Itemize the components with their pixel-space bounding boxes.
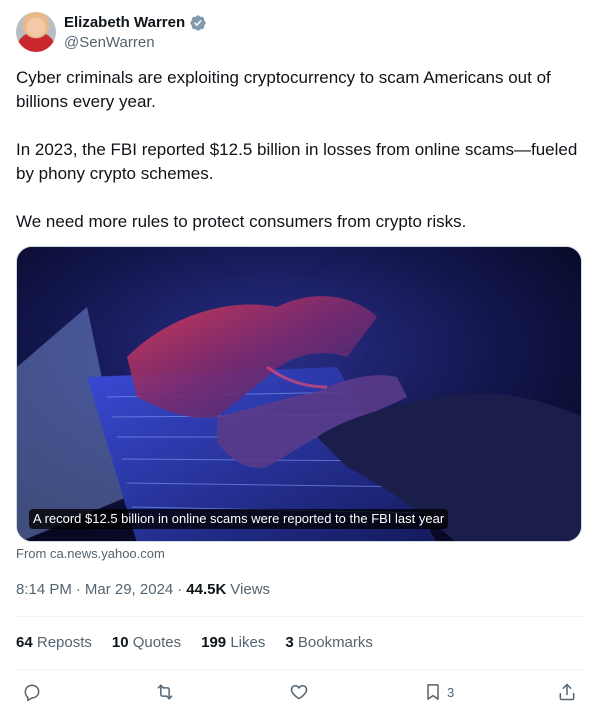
meta-separator: · [75, 581, 81, 598]
views-label: Views [230, 581, 271, 598]
share-button[interactable] [557, 682, 577, 702]
bookmarks-label: Bookmarks [297, 634, 373, 651]
likes-stat[interactable]: 199 Likes [201, 633, 265, 653]
author-display-name[interactable]: Elizabeth Warren [64, 13, 185, 33]
meta-separator: · [177, 581, 183, 598]
bookmarks-count: 3 [285, 634, 294, 651]
hands-typing-laptop-image [17, 247, 581, 541]
views-count: 44.5K [186, 581, 227, 598]
bookmarks-stat[interactable]: 3 Bookmarks [285, 633, 373, 653]
action-bar: 3 [16, 682, 582, 706]
tweet-text: Cyber criminals are exploiting cryptocur… [16, 66, 582, 234]
heart-icon [290, 685, 308, 700]
bookmark-action-count: 3 [447, 684, 455, 700]
author-handle[interactable]: @SenWarren [64, 33, 155, 53]
reply-icon [24, 684, 40, 702]
repost-button[interactable] [155, 682, 175, 702]
tweet-paragraph: In 2023, the FBI reported $12.5 billion … [16, 140, 578, 183]
quotes-label: Quotes [132, 634, 182, 651]
avatar[interactable] [16, 12, 56, 52]
divider [16, 669, 582, 670]
reply-button[interactable] [22, 682, 42, 702]
tweet-header: Elizabeth Warren @SenWarren [16, 12, 582, 54]
reposts-label: Reposts [36, 634, 92, 651]
share-icon [559, 683, 575, 701]
reposts-count: 64 [16, 634, 33, 651]
tweet-paragraph: We need more rules to protect consumers … [16, 212, 467, 231]
divider [16, 616, 582, 617]
reposts-stat[interactable]: 64 Reposts [16, 633, 92, 653]
bookmark-button[interactable]: 3 [423, 682, 454, 702]
tweet-meta: 8:14 PM · Mar 29, 2024 · 44.5K Views [16, 580, 270, 600]
bookmark-icon [427, 684, 439, 700]
likes-label: Likes [230, 634, 266, 651]
quotes-stat[interactable]: 10 Quotes [112, 633, 181, 653]
quotes-count: 10 [111, 634, 129, 651]
link-card-image[interactable]: A record $12.5 billion in online scams w… [16, 246, 582, 542]
card-source-link[interactable]: From ca.news.yahoo.com [16, 546, 165, 562]
tweet-date[interactable]: Mar 29, 2024 [85, 580, 173, 600]
verified-badge-icon [190, 15, 206, 31]
engagement-stats: 64 Reposts 10 Quotes 199 Likes 3 Bookmar… [16, 633, 373, 653]
card-caption: A record $12.5 billion in online scams w… [29, 509, 449, 529]
likes-count: 199 [201, 634, 227, 651]
tweet-paragraph: Cyber criminals are exploiting cryptocur… [16, 68, 551, 111]
tweet-time[interactable]: 8:14 PM [16, 580, 72, 600]
author-name-row: Elizabeth Warren [64, 13, 207, 33]
repost-icon [157, 684, 173, 700]
like-button[interactable] [289, 682, 309, 702]
